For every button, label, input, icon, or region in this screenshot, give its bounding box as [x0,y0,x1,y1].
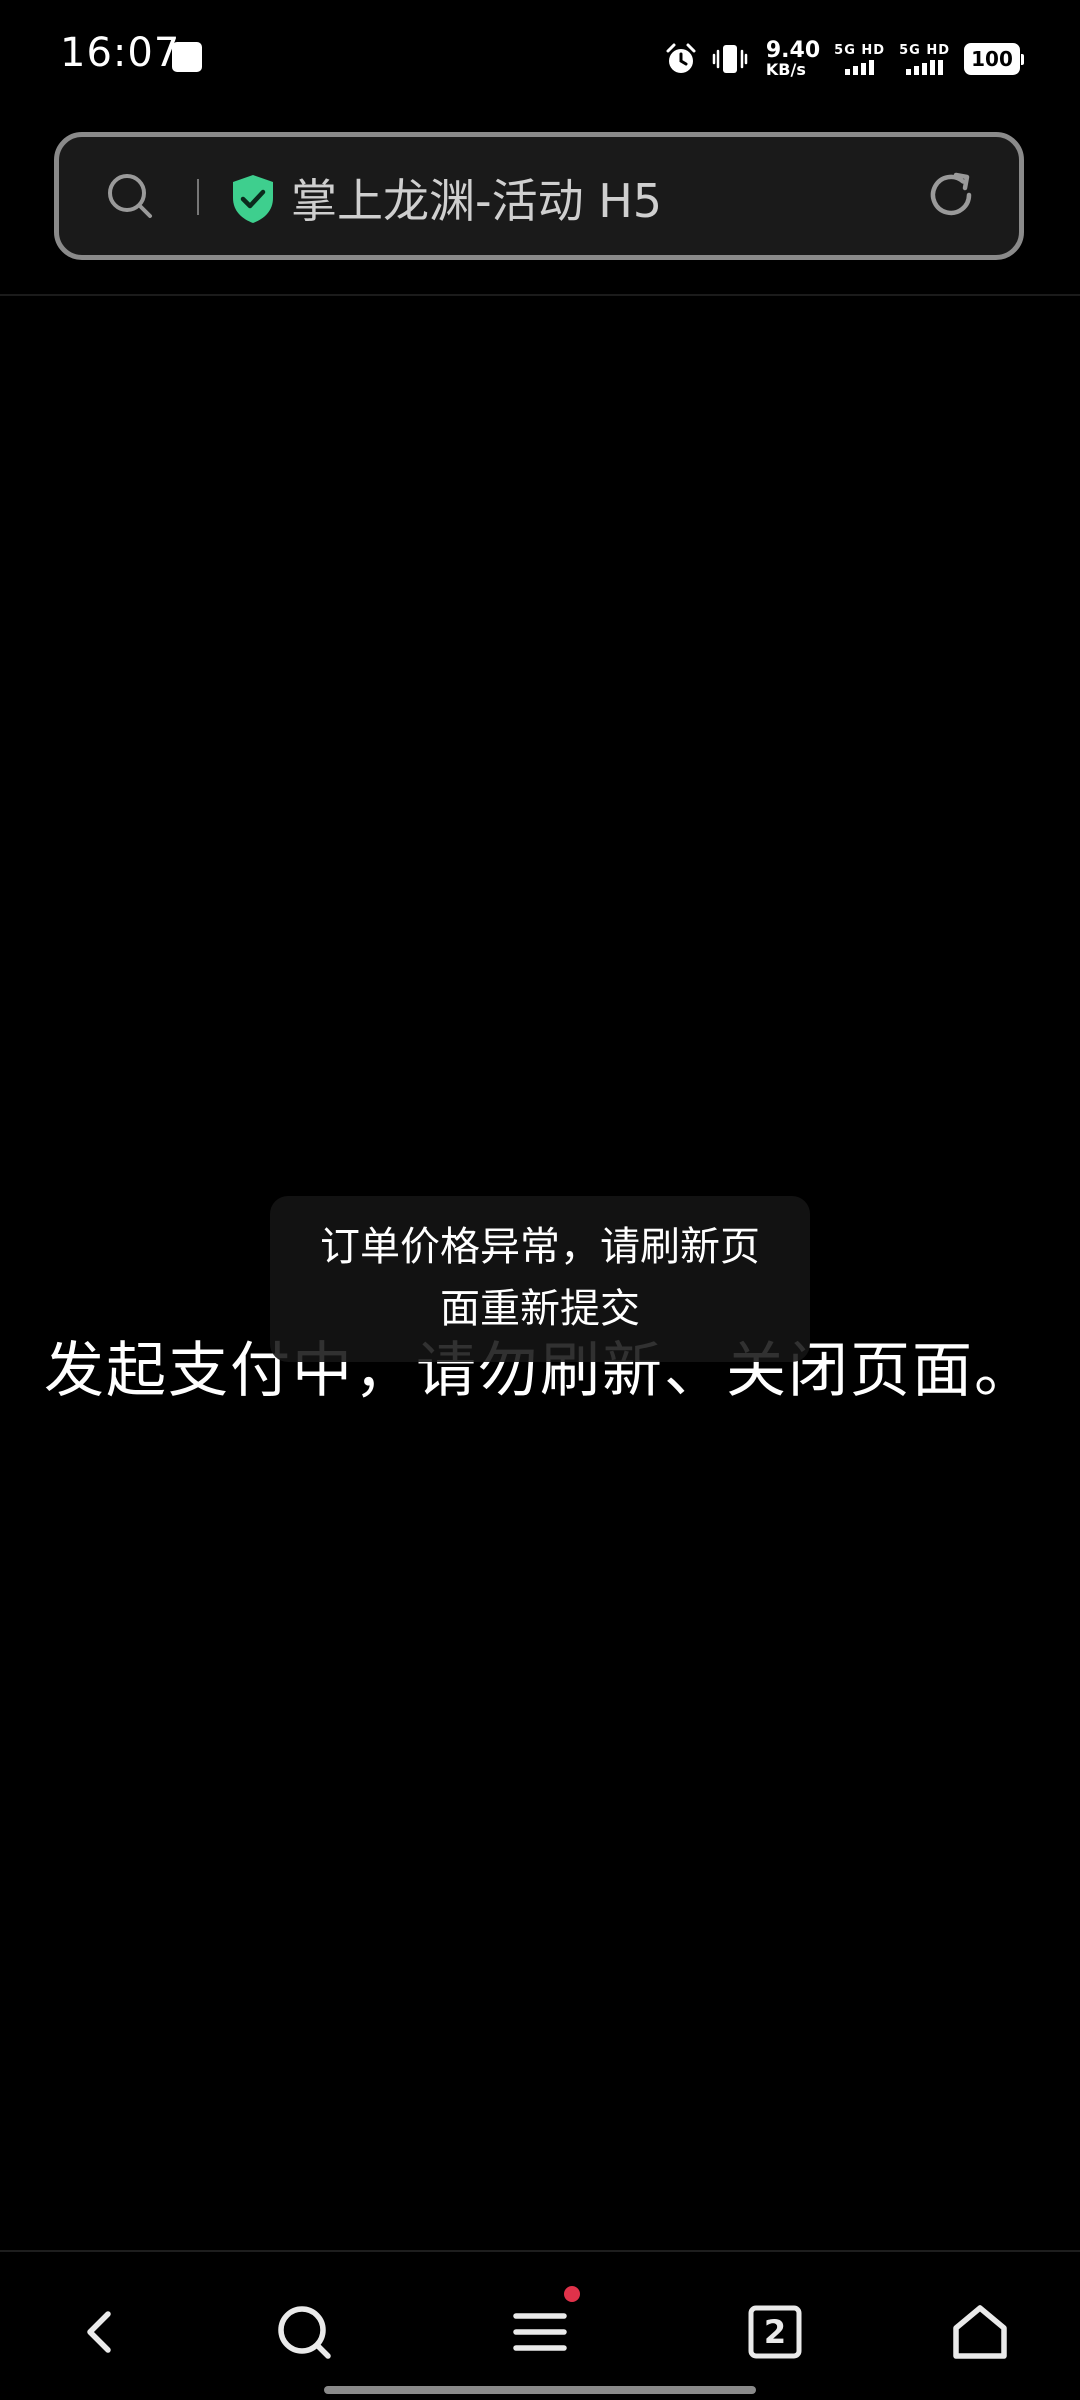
network-speed: 9.40 KB/s [766,40,820,78]
alarm-icon [666,43,696,73]
search-icon[interactable] [105,171,155,221]
signal-icon [906,59,944,75]
address-bar[interactable]: 掌上龙渊-活动 H5 [54,132,1024,260]
back-button[interactable] [60,2292,140,2372]
tabs-button[interactable]: 2 [735,2292,815,2372]
shield-check-icon [233,175,273,223]
search-button[interactable] [264,2292,344,2372]
tabs-count: 2 [763,2313,787,2351]
toast-line-1: 订单价格异常，请刷新页 [320,1224,760,1270]
menu-icon [513,2313,567,2351]
home-indicator[interactable] [324,2386,756,2394]
menu-button[interactable] [500,2286,580,2372]
signal-sim2: 5G HD [899,44,950,75]
back-arrow-icon [87,2311,111,2353]
vibrate-icon [712,45,748,73]
sim2-label: 5G HD [899,42,950,58]
menu-notification-badge [564,2286,580,2302]
search-icon [278,2306,331,2359]
status-indicators: 9.40 KB/s 5G HD 5G HD 100 [664,34,1024,84]
home-button[interactable] [940,2292,1020,2372]
battery-icon: 100 [964,43,1024,75]
status-bar: 16:07 9.40 KB/s 5G HD 5G HD 100 [0,0,1080,118]
address-divider [197,179,199,215]
bottom-navigation: 2 [0,2252,1080,2400]
error-toast: 订单价格异常，请刷新页 面重新提交 [270,1196,810,1362]
signal-icon [845,59,875,75]
network-speed-value: 9.40 [765,38,821,63]
status-time: 16:07 [60,30,181,76]
sim1-label: 5G HD [834,42,886,58]
toolbar-divider [0,294,1080,296]
network-speed-unit: KB/s [765,60,806,79]
page-title[interactable]: 掌上龙渊-活动 H5 [291,165,662,231]
toast-line-2: 面重新提交 [440,1286,640,1332]
refresh-icon[interactable] [923,167,979,223]
signal-sim1: 5G HD [834,44,885,75]
app-notification-icon [172,42,202,72]
home-icon [953,2305,1007,2359]
